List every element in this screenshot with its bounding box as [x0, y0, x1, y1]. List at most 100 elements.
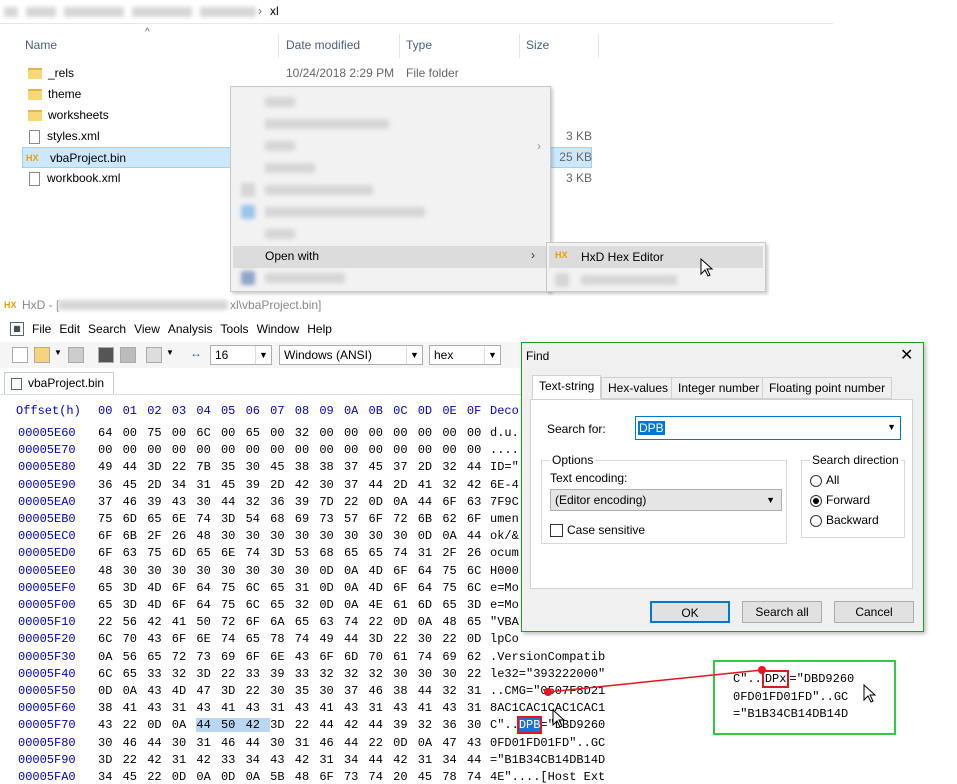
hex-byte[interactable]: 69 [221, 650, 246, 664]
hex-byte[interactable]: 64 [196, 581, 221, 595]
hex-byte[interactable]: 30 [270, 529, 295, 543]
document-tab[interactable]: vbaProject.bin [4, 372, 114, 394]
hex-byte[interactable]: 44 [344, 632, 369, 646]
hex-byte[interactable]: 0A [344, 564, 369, 578]
hex-byte[interactable]: 42 [295, 753, 320, 767]
hex-byte[interactable]: 42 [245, 718, 271, 733]
hex-byte[interactable]: 46 [123, 736, 148, 750]
hex-byte[interactable]: 6C [246, 598, 271, 612]
hex-byte[interactable]: 63 [319, 615, 344, 629]
process-icon[interactable] [146, 347, 162, 363]
hex-byte[interactable]: 39 [147, 495, 172, 509]
hex-byte[interactable]: 41 [123, 701, 148, 715]
hex-byte[interactable]: 00 [98, 443, 123, 457]
hex-byte[interactable]: 22 [442, 632, 467, 646]
hex-byte[interactable]: 31 [196, 736, 221, 750]
hex-byte[interactable]: 00 [418, 443, 443, 457]
hex-byte[interactable]: 68 [319, 546, 344, 560]
hex-byte[interactable]: 41 [319, 701, 344, 715]
hex-byte[interactable]: 00 [295, 443, 320, 457]
hex-byte[interactable]: 6F [467, 512, 492, 526]
hex-byte[interactable]: 43 [246, 701, 271, 715]
hex-bytes-row[interactable]: 65 3D 4D 6F 64 75 6C 65 32 0D 0A 4E 61 6D 65 3D [98, 598, 492, 612]
decoded-text[interactable]: C"..DPB="DBD9260 [490, 716, 605, 735]
hex-byte[interactable]: 53 [295, 546, 320, 560]
hex-byte[interactable]: 56 [123, 650, 148, 664]
hex-byte[interactable]: 6C [467, 564, 492, 578]
hex-byte[interactable]: 44 [418, 684, 443, 698]
hex-byte[interactable]: 35 [295, 684, 320, 698]
hex-byte[interactable]: 42 [196, 753, 221, 767]
hex-byte[interactable]: 00 [467, 426, 492, 440]
hex-byte[interactable]: 22 [123, 718, 148, 732]
hex-byte[interactable]: 48 [442, 615, 467, 629]
decoded-text[interactable]: 8AC1CAC1CAC1CAC1 [490, 701, 605, 715]
hex-byte[interactable]: 44 [246, 736, 271, 750]
disk-icon[interactable] [120, 347, 136, 363]
hex-byte[interactable]: 0A [442, 529, 467, 543]
column-type[interactable]: Type [406, 34, 432, 56]
blurred-menu-item[interactable] [265, 185, 373, 195]
bytes-per-row-select[interactable]: 16 ▼ [210, 345, 272, 365]
hex-byte[interactable]: 65 [246, 426, 271, 440]
hex-byte[interactable]: 22 [344, 495, 369, 509]
hex-byte[interactable]: 42 [467, 478, 492, 492]
tab-hex-values[interactable]: Hex-values [601, 377, 676, 399]
hex-bytes-row[interactable]: 6F 63 75 6D 65 6E 74 3D 53 68 65 65 74 31 2F 26 [98, 546, 492, 560]
column-name[interactable]: Name [25, 34, 57, 56]
hex-byte[interactable]: 44 [369, 478, 394, 492]
hex-byte[interactable]: 2F [442, 546, 467, 560]
hex-byte[interactable]: 2D [270, 478, 295, 492]
hex-byte[interactable]: 30 [467, 718, 492, 732]
hex-byte[interactable]: 00 [196, 443, 221, 457]
hex-byte[interactable]: 43 [344, 701, 369, 715]
hex-byte[interactable]: 65 [246, 632, 271, 646]
hex-byte[interactable]: 0A [246, 770, 271, 784]
hex-byte[interactable]: 30 [221, 529, 246, 543]
hex-byte[interactable]: 44 [467, 753, 492, 767]
hex-byte[interactable]: 00 [344, 426, 369, 440]
hex-byte[interactable]: 65 [147, 512, 172, 526]
hex-byte[interactable]: 38 [295, 460, 320, 474]
hex-byte[interactable]: 30 [246, 529, 271, 543]
hex-byte[interactable]: 2D [147, 478, 172, 492]
hex-byte[interactable]: 6C [98, 667, 123, 681]
hex-byte[interactable]: 74 [418, 650, 443, 664]
hex-byte[interactable]: 64 [98, 426, 123, 440]
hex-bytes-row[interactable]: 49 44 3D 22 7B 35 30 45 38 38 37 45 37 2D 32 44 [98, 460, 492, 474]
hex-byte[interactable]: 65 [295, 615, 320, 629]
hex-byte[interactable]: 33 [295, 667, 320, 681]
hex-byte[interactable]: 30 [319, 529, 344, 543]
hex-byte[interactable]: 30 [344, 529, 369, 543]
hex-byte[interactable]: 0D [319, 581, 344, 595]
hex-byte[interactable]: 64 [418, 581, 443, 595]
hex-byte[interactable]: 7B [196, 460, 221, 474]
hex-byte[interactable]: 6C [98, 632, 123, 646]
hex-byte[interactable]: 30 [196, 495, 221, 509]
hex-bytes-row[interactable]: 64 00 75 00 6C 00 65 00 32 00 00 00 00 00 00 00 [98, 426, 492, 440]
open-folder-icon[interactable] [34, 347, 50, 363]
direction-all[interactable]: All [810, 473, 839, 487]
hex-byte[interactable]: 31 [467, 701, 492, 715]
hex-byte[interactable]: 22 [393, 632, 418, 646]
blurred-menu-item[interactable] [265, 119, 389, 129]
hex-byte[interactable]: 47 [196, 684, 221, 698]
new-file-icon[interactable] [12, 347, 28, 363]
hex-byte[interactable]: 4D [369, 581, 394, 595]
hex-byte[interactable]: 31 [172, 701, 197, 715]
hex-byte[interactable]: 30 [270, 736, 295, 750]
hex-byte[interactable]: 32 [418, 718, 443, 732]
decoded-text[interactable]: 0FD01FD01FD"..GC [490, 736, 605, 750]
hex-byte[interactable]: 00 [221, 443, 246, 457]
hex-byte[interactable]: 56 [123, 615, 148, 629]
hex-byte[interactable]: 00 [270, 443, 295, 457]
hex-byte[interactable]: 38 [319, 460, 344, 474]
hex-byte[interactable]: 00 [319, 426, 344, 440]
hex-bytes-row[interactable]: 0D 0A 43 4D 47 3D 22 30 35 30 37 46 38 44 32 31 [98, 684, 492, 698]
hex-byte[interactable]: 63 [467, 495, 492, 509]
hex-byte[interactable]: 44 [467, 460, 492, 474]
hex-byte[interactable]: 6F [369, 512, 394, 526]
hex-byte[interactable]: 6E [172, 512, 197, 526]
hex-byte[interactable]: 00 [172, 443, 197, 457]
menu-analysis[interactable]: Analysis [168, 322, 213, 336]
